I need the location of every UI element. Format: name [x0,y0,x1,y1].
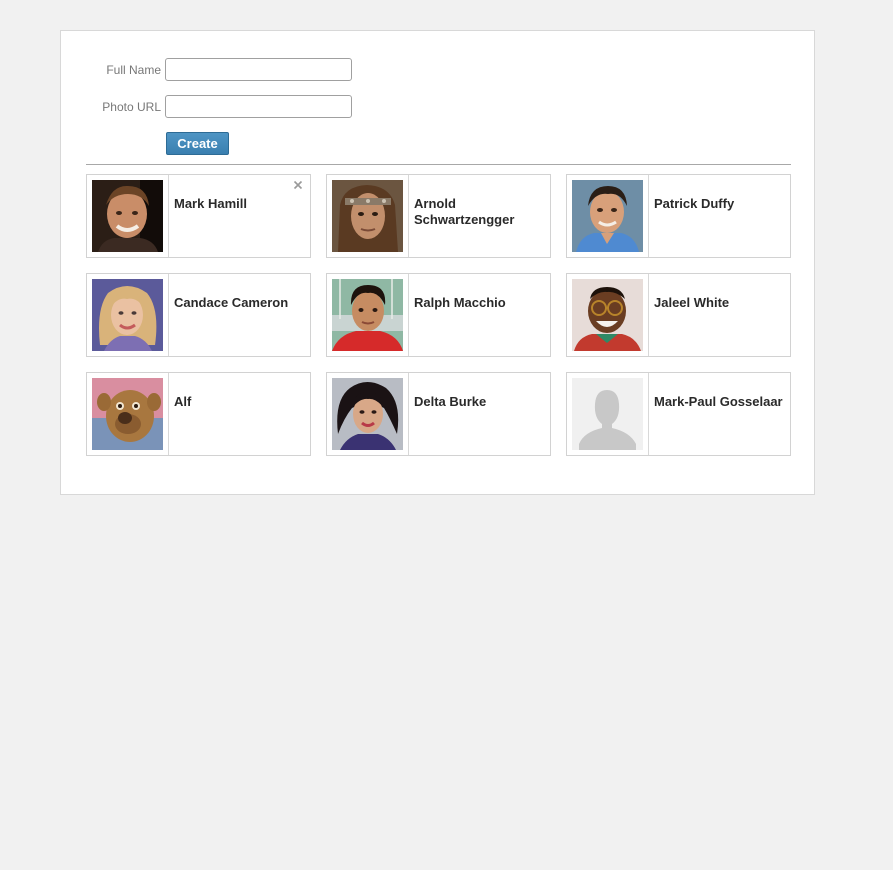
photo-url-row: Photo URL [61,95,161,119]
person-name: Jaleel White [654,295,730,310]
full-name-row: Full Name [61,58,161,82]
person-name: Patrick Duffy [654,196,735,211]
people-panel: Full Name Photo URL Create Mark Hamill A… [60,30,815,495]
divider [86,164,791,165]
person-card: Jaleel White [566,273,791,357]
person-photo [332,279,403,351]
person-card: Patrick Duffy [566,174,791,258]
person-name: Candace Cameron [174,295,289,310]
person-name: Arnold Schwartzengger [414,196,515,227]
full-name-label: Full Name [106,63,161,77]
person-name: Delta Burke [414,394,487,409]
person-photo [572,180,643,252]
photo-url-input[interactable] [165,95,352,118]
person-card: Mark Hamill [86,174,311,258]
person-name: Mark Hamill [174,196,247,211]
person-photo [332,378,403,450]
person-photo [92,180,163,252]
person-photo [92,279,163,351]
person-photo [572,279,643,351]
person-name: Ralph Macchio [414,295,506,310]
photo-url-label: Photo URL [102,100,161,114]
person-photo [332,180,403,252]
full-name-input[interactable] [165,58,352,81]
person-card: Delta Burke [326,372,551,456]
person-photo [92,378,163,450]
person-name: Mark-Paul Gosselaar [654,394,783,409]
create-button[interactable]: Create [166,132,229,155]
person-name: Alf [174,394,192,409]
person-card: Mark-Paul Gosselaar [566,372,791,456]
person-card: Ralph Macchio [326,273,551,357]
default-avatar-icon [572,378,643,450]
person-card: Arnold Schwartzengger [326,174,551,258]
person-card: Candace Cameron [86,273,311,357]
close-icon[interactable] [293,180,303,190]
person-card: Alf [86,372,311,456]
